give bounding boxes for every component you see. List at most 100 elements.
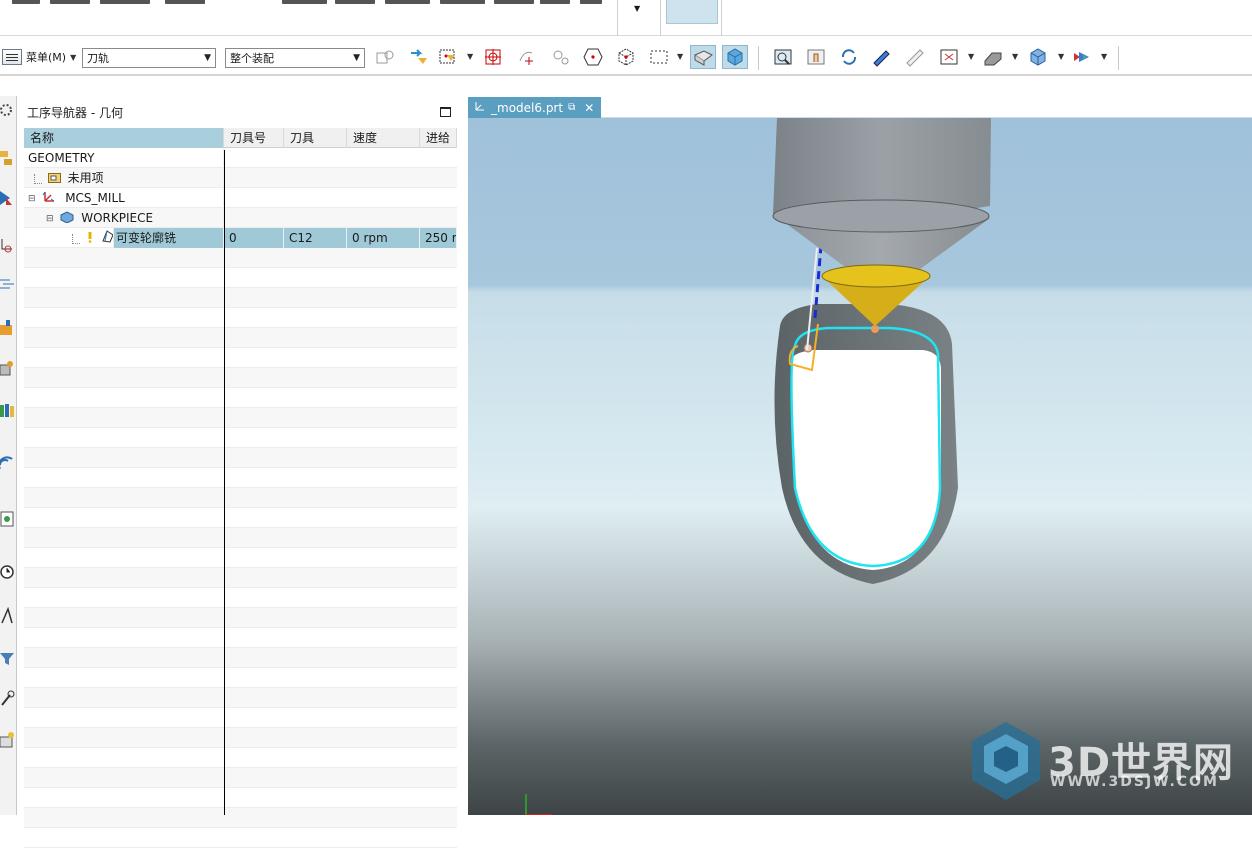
table-row-selected[interactable]: 可变轮廓铣 0 C12 0 rpm 250 r	[24, 228, 457, 248]
tool-library-icon[interactable]	[0, 730, 16, 750]
ruler-icon[interactable]	[902, 45, 928, 69]
snap-center-icon[interactable]	[548, 45, 574, 69]
maximize-icon[interactable]	[440, 107, 451, 117]
graphics-viewport[interactable]	[468, 118, 1252, 815]
ribbon-item[interactable]	[385, 0, 430, 4]
fit-view-icon[interactable]	[770, 45, 796, 69]
tab-model-file[interactable]: _model6.prt ⧉ ✕	[468, 97, 601, 118]
ribbon-item[interactable]	[165, 0, 205, 4]
ribbon-item[interactable]	[282, 0, 327, 4]
pan-view-icon[interactable]	[803, 45, 829, 69]
column-header-name[interactable]: 名称	[24, 128, 224, 148]
select-filter-icon[interactable]	[435, 45, 461, 69]
chevron-down-icon[interactable]: ▼	[677, 52, 683, 61]
system-materials-icon[interactable]	[0, 648, 16, 668]
snap-assembly-icon[interactable]	[372, 45, 398, 69]
render-style-icon[interactable]	[980, 45, 1006, 69]
pin-icon[interactable]: ⧉	[568, 102, 575, 113]
ribbon-strip: ▼	[0, 0, 1252, 36]
watermark-url: WWW.3DSJW.COM	[1050, 774, 1219, 790]
chevron-down-icon[interactable]: ▼	[1101, 52, 1107, 61]
menu-label: 菜单(M)	[26, 51, 67, 64]
menu-button[interactable]: 菜单(M) ▼	[2, 46, 76, 68]
filter-arrows-icon[interactable]	[406, 45, 432, 69]
assembly-navigator-icon[interactable]	[0, 148, 16, 168]
history-palette-icon[interactable]	[0, 508, 16, 528]
type-filter-dropdown[interactable]: 刀轨 ▼	[82, 48, 216, 68]
ribbon-item[interactable]	[440, 0, 485, 4]
column-header-speed[interactable]: 速度	[347, 128, 420, 148]
ribbon-active-tab[interactable]	[666, 0, 718, 24]
empty-row	[24, 268, 457, 288]
ribbon-item[interactable]	[50, 0, 90, 4]
settings-icon[interactable]	[0, 100, 16, 120]
empty-row	[24, 668, 457, 688]
shaded-view-icon[interactable]	[690, 45, 716, 69]
empty-row	[24, 288, 457, 308]
empty-row	[24, 428, 457, 448]
reuse-library-icon[interactable]	[0, 400, 16, 420]
part-navigator-icon[interactable]	[0, 234, 16, 254]
snap-point-icon[interactable]	[480, 45, 506, 69]
table-row[interactable]: ⊟ WORKPIECE	[24, 208, 457, 228]
shaded-cube-icon[interactable]	[722, 45, 748, 69]
selection-scope-value: 整个装配	[230, 52, 274, 65]
toolbar-separator	[1118, 46, 1119, 70]
empty-row	[24, 768, 457, 788]
clock-icon[interactable]	[0, 562, 16, 582]
empty-row	[24, 248, 457, 268]
row-tool-number: 0	[224, 228, 284, 248]
chevron-down-icon[interactable]: ▼	[467, 52, 473, 61]
collapse-icon[interactable]: ⊟	[46, 209, 54, 229]
ribbon-more-caret[interactable]: ▼	[634, 4, 640, 13]
column-divider[interactable]	[224, 150, 225, 815]
row-name: 未用项	[67, 171, 104, 185]
role-icon[interactable]	[0, 606, 16, 626]
rotate-view-icon[interactable]	[836, 45, 862, 69]
collapse-icon[interactable]: ⊟	[28, 189, 36, 209]
constraint-navigator-icon[interactable]	[0, 188, 16, 208]
chevron-down-icon[interactable]: ▼	[968, 52, 974, 61]
row-name: WORKPIECE	[81, 211, 154, 225]
rectangle-select-icon[interactable]	[646, 45, 672, 69]
ribbon-item[interactable]	[12, 0, 40, 4]
ribbon-item[interactable]	[580, 0, 602, 4]
wrench-icon[interactable]	[0, 688, 16, 708]
snap-cube-icon[interactable]	[613, 45, 639, 69]
zoom-window-icon[interactable]	[936, 45, 962, 69]
ribbon-item[interactable]	[540, 0, 570, 4]
column-header-tool[interactable]: 刀具	[284, 128, 347, 148]
snap-face-icon[interactable]	[580, 45, 606, 69]
row-name-cell: ⊟ MCS_MILL	[24, 188, 224, 208]
display-toggle-icon[interactable]	[1069, 45, 1095, 69]
table-row[interactable]: ⊟ MCS_MILL	[24, 188, 457, 208]
close-icon[interactable]: ✕	[584, 101, 594, 115]
selection-scope-dropdown[interactable]: 整个装配 ▼	[225, 48, 365, 68]
table-row[interactable]: GEOMETRY	[24, 148, 457, 168]
empty-row	[24, 508, 457, 528]
ribbon-separator	[617, 0, 618, 36]
table-row[interactable]: 未用项	[24, 168, 457, 188]
ribbon-item[interactable]	[494, 0, 534, 4]
ribbon-item[interactable]	[335, 0, 375, 4]
web-browser-icon[interactable]	[0, 454, 16, 474]
operation-navigator-panel: 工序导航器 - 几何 名称 刀具号 刀具 速度 进给 GEOMETRY 未用项	[17, 96, 462, 848]
machine-tool-navigator-icon[interactable]	[0, 318, 16, 338]
empty-row	[24, 828, 457, 848]
empty-row	[24, 728, 457, 748]
column-header-feed[interactable]: 进给	[420, 128, 457, 148]
empty-row	[24, 808, 457, 828]
column-header-tool-number[interactable]: 刀具号	[224, 128, 284, 148]
navigator-grid: 名称 刀具号 刀具 速度 进给 GEOMETRY 未用项 ⊟ MCS_MILL …	[24, 128, 457, 848]
operation-navigator-icon[interactable]	[0, 274, 16, 294]
empty-row	[24, 708, 457, 728]
empty-row	[24, 488, 457, 508]
machining-feature-icon[interactable]	[0, 358, 16, 378]
orient-view-icon[interactable]	[1025, 45, 1051, 69]
ribbon-item[interactable]	[100, 0, 150, 4]
chevron-down-icon[interactable]: ▼	[1012, 52, 1018, 61]
row-name: MCS_MILL	[65, 191, 125, 205]
chevron-down-icon[interactable]: ▼	[1058, 52, 1064, 61]
pencil-sketch-icon[interactable]	[868, 45, 894, 69]
snap-midpoint-icon[interactable]	[514, 45, 540, 69]
